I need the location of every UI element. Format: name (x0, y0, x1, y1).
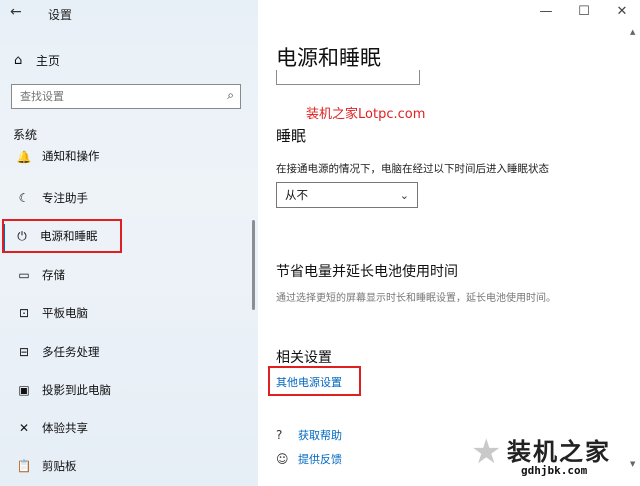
sidebar-item-label: 体验共享 (42, 421, 88, 435)
multitasking-icon: ⊟ (18, 345, 30, 359)
tablet-icon: ⊡ (18, 306, 30, 320)
sidebar-item-shared-experiences[interactable]: ✕ 体验共享 (0, 413, 252, 443)
sidebar-scrollbar[interactable] (252, 220, 255, 310)
help-icon: ? (276, 428, 283, 442)
give-feedback-link[interactable]: ☺ 提供反馈 (276, 450, 396, 468)
main-content: — ☐ ✕ 电源和睡眠 装机之家Lotpc.com 睡眠 在接通电源的情况下，电… (258, 0, 640, 486)
search-input[interactable] (18, 85, 212, 108)
scroll-down-icon[interactable]: ▼ (630, 460, 635, 468)
close-icon[interactable]: ✕ (612, 4, 632, 22)
sidebar-item-multitasking[interactable]: ⊟ 多任务处理 (0, 337, 252, 367)
storage-icon: ▭ (18, 268, 30, 282)
chevron-down-icon: ⌄ (399, 188, 409, 202)
share-icon: ✕ (18, 421, 30, 435)
battery-description: 通过选择更短的屏幕显示时长和睡眠设置，延长电池使用时间。 (276, 293, 556, 304)
sidebar-item-label: 电源和睡眠 (40, 229, 98, 243)
sidebar-item-home[interactable]: ⌂ 主页 (14, 50, 244, 70)
search-box[interactable]: ⌕ (11, 84, 241, 109)
dropdown-value: 从不 (285, 188, 308, 202)
additional-power-settings-link[interactable]: 其他电源设置 (276, 374, 342, 390)
home-label: 主页 (36, 53, 61, 68)
screen-timeout-dropdown[interactable] (276, 70, 420, 85)
page-title: 电源和睡眠 (276, 46, 381, 70)
sidebar-item-power-sleep[interactable]: ⏻ 电源和睡眠 (2, 219, 122, 253)
sidebar-item-storage[interactable]: ▭ 存储 (0, 260, 252, 290)
feedback-icon: ☺ (276, 452, 289, 466)
projector-icon: ▣ (18, 383, 30, 397)
scroll-up-icon[interactable]: ▲ (630, 28, 635, 36)
battery-heading: 节省电量并延长电池使用时间 (276, 264, 458, 280)
home-icon: ⌂ (14, 52, 23, 68)
related-settings-heading: 相关设置 (276, 350, 332, 366)
sidebar-item-label: 平板电脑 (42, 306, 88, 320)
sidebar-item-label: 通知和操作 (42, 149, 100, 163)
get-help-link[interactable]: ? 获取帮助 (276, 426, 396, 444)
sleep-heading: 睡眠 (276, 127, 307, 145)
clipboard-icon: 📋 (16, 459, 32, 473)
sidebar-item-clipboard[interactable]: 📋 剪贴板 (0, 451, 252, 481)
sleep-description: 在接通电源的情况下，电脑在经过以下时间后进入睡眠状态 (276, 163, 549, 175)
star-icon: ★ (471, 432, 502, 472)
bell-icon: 🔔 (16, 150, 32, 164)
sidebar: ← 设置 ⌂ 主页 ⌕ 系统 🔔 通知和操作 ☾ 专注助手 ⏻ 电源和睡眠 ▭ … (0, 0, 258, 486)
power-icon: ⏻ (17, 228, 27, 243)
sidebar-item-label: 存储 (42, 268, 65, 282)
sidebar-item-notifications[interactable]: 🔔 通知和操作 (0, 146, 252, 164)
sleep-timeout-dropdown[interactable]: 从不 ⌄ (276, 182, 418, 208)
give-feedback-label: 提供反馈 (298, 453, 342, 466)
sidebar-item-label: 多任务处理 (42, 345, 100, 359)
back-arrow-icon[interactable]: ← (10, 4, 32, 24)
logo-text: 装机之家 (507, 438, 611, 466)
sidebar-item-label: 专注助手 (42, 191, 88, 205)
sidebar-item-projecting[interactable]: ▣ 投影到此电脑 (0, 375, 252, 405)
search-icon[interactable]: ⌕ (227, 88, 234, 103)
logo-url: gdhjbk.com (521, 464, 588, 477)
sidebar-item-focus-assist[interactable]: ☾ 专注助手 (0, 183, 252, 213)
sidebar-item-label: 投影到此电脑 (42, 383, 111, 397)
main-scrollbar[interactable]: ▲ ▼ (630, 28, 636, 468)
sidebar-item-tablet[interactable]: ⊡ 平板电脑 (0, 298, 252, 328)
site-logo: ★ 装机之家 gdhjbk.com (471, 428, 639, 486)
window-title: 设置 (48, 8, 73, 22)
watermark-text: 装机之家Lotpc.com (306, 107, 426, 122)
moon-icon: ☾ (18, 191, 30, 205)
minimize-icon[interactable]: — (536, 4, 556, 22)
get-help-label: 获取帮助 (298, 429, 342, 442)
section-title: 系统 (13, 128, 38, 142)
sidebar-item-label: 剪贴板 (42, 459, 77, 473)
maximize-icon[interactable]: ☐ (574, 4, 594, 22)
